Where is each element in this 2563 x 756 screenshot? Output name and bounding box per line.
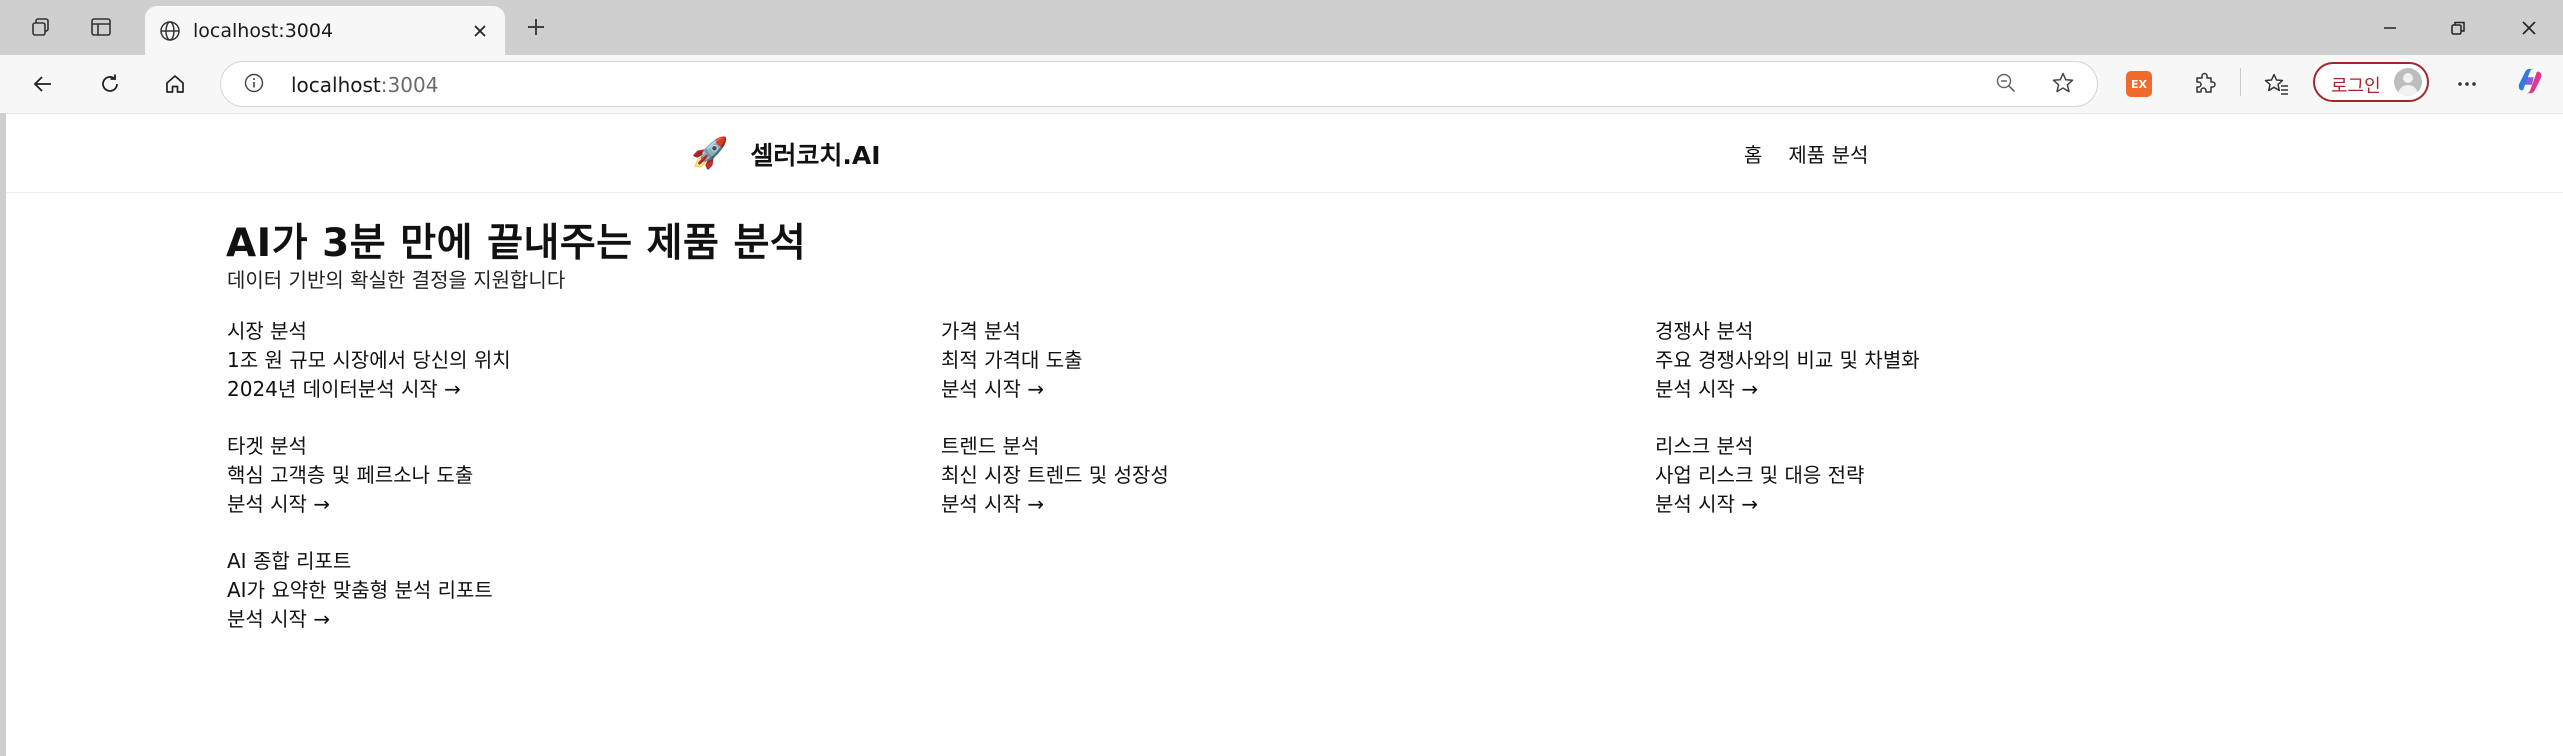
extensions-puzzle-icon[interactable]	[2190, 69, 2220, 99]
avatar-icon	[2394, 68, 2422, 96]
card-title: 가격 분석	[941, 319, 1021, 343]
card-title: 시장 분석	[227, 319, 307, 343]
card-start-link[interactable]: 2024년 데이터분석 시작 →	[227, 375, 867, 404]
card-title: 리스크 분석	[1655, 434, 1754, 458]
brand-name: 셀러코치.AI	[750, 141, 881, 170]
url-text: localhost:3004	[291, 73, 439, 97]
profile-login-button[interactable]: 로그인	[2313, 62, 2429, 102]
top-navigation: 홈 제품 분석	[1744, 139, 1894, 168]
card-description: 1조 원 규모 시장에서 당신의 위치	[227, 348, 511, 372]
card-start-link[interactable]: 분석 시작 →	[941, 375, 1581, 404]
active-tab[interactable]: localhost:3004	[145, 6, 505, 55]
card-title: 타겟 분석	[227, 434, 307, 458]
zoom-out-icon[interactable]	[1995, 72, 2017, 98]
browser-tab-strip: localhost:3004	[0, 0, 2563, 55]
home-icon[interactable]	[154, 64, 196, 104]
card-description: 주요 경쟁사와의 비교 및 차별화	[1655, 348, 1920, 372]
refresh-icon[interactable]	[89, 64, 131, 104]
close-window-icon[interactable]	[2497, 8, 2561, 48]
minimize-icon[interactable]	[2358, 8, 2422, 48]
card-target-analysis: 타겟 분석 핵심 고객층 및 페르소나 도출 분석 시작 →	[227, 432, 867, 519]
site-header: 🚀 셀러코치.AI 홈 제품 분석	[6, 114, 2563, 193]
nav-home-link[interactable]: 홈	[1744, 139, 1762, 168]
extension-ex-icon[interactable]: EX	[2124, 69, 2154, 99]
card-start-link[interactable]: 분석 시작 →	[1655, 490, 2295, 519]
card-title: 경쟁사 분석	[1655, 319, 1754, 343]
card-start-link[interactable]: 분석 시작 →	[227, 490, 867, 519]
card-competitor-analysis: 경쟁사 분석 주요 경쟁사와의 비교 및 차별화 분석 시작 →	[1655, 317, 2295, 404]
restore-icon[interactable]	[2426, 8, 2490, 48]
toolbar-divider	[2240, 68, 2241, 96]
card-title: 트렌드 분석	[941, 434, 1040, 458]
site-logo[interactable]: 🚀 셀러코치.AI	[691, 136, 881, 172]
more-options-icon[interactable]	[2452, 69, 2482, 99]
page-subtitle: 데이터 기반의 확실한 결정을 지원합니다	[227, 268, 566, 292]
card-description: 최신 시장 트렌드 및 성장성	[941, 463, 1169, 487]
site-info-icon[interactable]	[243, 72, 265, 98]
card-trend-analysis: 트렌드 분석 최신 시장 트렌드 및 성장성 분석 시작 →	[941, 432, 1581, 519]
card-start-link[interactable]: 분석 시작 →	[941, 490, 1581, 519]
card-title: AI 종합 리포트	[227, 549, 352, 573]
workspaces-icon[interactable]	[24, 12, 58, 42]
globe-icon	[159, 20, 181, 46]
close-tab-icon[interactable]	[467, 18, 493, 44]
card-start-link[interactable]: 분석 시작 →	[227, 605, 867, 634]
nav-product-analysis-link[interactable]: 제품 분석	[1788, 139, 1868, 168]
card-risk-analysis: 리스크 분석 사업 리스크 및 대응 전략 분석 시작 →	[1655, 432, 2295, 519]
card-price-analysis: 가격 분석 최적 가격대 도출 분석 시작 →	[941, 317, 1581, 404]
page-title: AI가 3분 만에 끝내주는 제품 분석	[226, 221, 807, 266]
back-icon[interactable]	[22, 64, 64, 104]
card-market-analysis: 시장 분석 1조 원 규모 시장에서 당신의 위치 2024년 데이터분석 시작…	[227, 317, 867, 404]
favorite-star-icon[interactable]	[2051, 71, 2075, 99]
card-description: 사업 리스크 및 대응 전략	[1655, 463, 1865, 487]
card-start-link[interactable]: 분석 시작 →	[1655, 375, 2295, 404]
copilot-icon[interactable]	[2515, 66, 2545, 96]
card-description: AI가 요약한 맞춤형 분석 리포트	[227, 578, 493, 602]
rocket-icon: 🚀	[691, 136, 729, 171]
tab-title: localhost:3004	[193, 20, 334, 42]
browser-toolbar: localhost:3004 EX	[0, 55, 2563, 113]
card-ai-report: AI 종합 리포트 AI가 요약한 맞춤형 분석 리포트 분석 시작 →	[227, 547, 867, 634]
card-description: 최적 가격대 도출	[941, 348, 1083, 372]
new-tab-icon[interactable]	[518, 12, 554, 42]
favorites-icon[interactable]	[2262, 69, 2292, 99]
vertical-tabs-icon[interactable]	[84, 12, 118, 42]
address-bar[interactable]: localhost:3004	[220, 61, 2098, 107]
login-label: 로그인	[2331, 76, 2381, 97]
card-description: 핵심 고객층 및 페르소나 도출	[227, 463, 474, 487]
page-viewport: 🚀 셀러코치.AI 홈 제품 분석 AI가 3분 만에 끝내주는 제품 분석 데…	[6, 113, 2563, 756]
